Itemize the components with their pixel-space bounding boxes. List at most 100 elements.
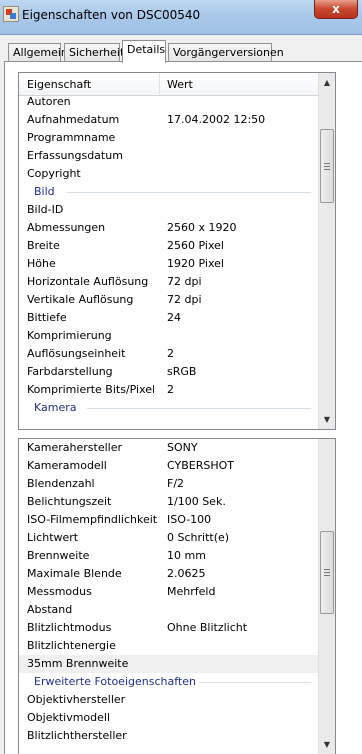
table-row[interactable]: Objektivhersteller — [19, 691, 319, 709]
table-row[interactable]: Lichtwert 0 Schritt(e) — [19, 529, 319, 547]
title-bar: Eigenschaften von DSC00540 x — [0, 0, 362, 35]
property-name: Auflösungseinheit — [27, 347, 126, 360]
table-row[interactable]: Abmessungen 2560 x 1920 — [19, 219, 319, 237]
column-header-property[interactable]: Eigenschaft — [27, 78, 91, 91]
scroll-thumb[interactable] — [320, 531, 334, 614]
table-row[interactable]: Blitzlichthersteller — [19, 727, 319, 745]
property-value: sRGB — [167, 365, 197, 378]
group-header[interactable]: Erweiterte Fotoeigenschaften — [19, 673, 319, 691]
property-value: 2560 x 1920 — [167, 221, 237, 234]
table-row[interactable]: Maximale Blende 2.0625 — [19, 565, 319, 583]
scrollbar-top[interactable]: ▲ ▼ — [318, 73, 335, 429]
property-name: Maximale Blende — [27, 567, 122, 580]
property-value: Ohne Blitzlicht — [167, 621, 248, 634]
group-header[interactable]: Kamera — [19, 399, 319, 417]
table-row[interactable]: Kamerahersteller SONY — [19, 439, 319, 457]
table-row[interactable]: Aufnahmedatum 17.04.2002 12:50 — [19, 111, 319, 129]
table-row[interactable]: Belichtungszeit 1/100 Sek. — [19, 493, 319, 511]
group-header[interactable]: Bild — [19, 183, 319, 201]
property-name: Blitzlichtenergie — [27, 639, 116, 652]
group-label: Erweiterte Fotoeigenschaften — [34, 675, 196, 688]
group-divider — [67, 192, 311, 193]
property-name: Farbdarstellung — [27, 365, 113, 378]
table-row[interactable]: Copyright — [19, 165, 319, 183]
property-name: Objektivmodell — [27, 711, 111, 724]
table-row[interactable]: Blendenzahl F/2 — [19, 475, 319, 493]
table-row[interactable]: Bittiefe 24 — [19, 309, 319, 327]
property-name: Kameramodell — [27, 459, 107, 472]
scroll-thumb[interactable] — [320, 129, 334, 203]
table-row[interactable]: Auflösungseinheit 2 — [19, 345, 319, 363]
property-name: Blitzlichtmodus — [27, 621, 112, 634]
column-divider[interactable] — [159, 73, 160, 94]
property-name: Komprimierung — [27, 329, 112, 342]
table-row[interactable]: Objektivmodell — [19, 709, 319, 727]
property-name: Höhe — [27, 257, 56, 270]
property-value: 10 mm — [167, 549, 206, 562]
table-row[interactable]: Komprimierte Bits/Pixel 2 — [19, 381, 319, 399]
property-name: Objektivhersteller — [27, 693, 126, 706]
table-row[interactable]: Blitzlichtmodus Ohne Blitzlicht — [19, 619, 319, 637]
property-name: Aufnahmedatum — [27, 113, 120, 126]
tab-allgemein[interactable]: Allgemein — [8, 43, 68, 62]
arrow-up-icon[interactable]: ▲ — [319, 75, 335, 91]
property-value: ISO-100 — [167, 513, 212, 526]
table-row[interactable]: Messmodus Mehrfeld — [19, 583, 319, 601]
property-value: 2 — [167, 383, 174, 396]
table-row[interactable]: Autoren — [19, 93, 319, 111]
property-value: 1/100 Sek. — [167, 495, 226, 508]
tab-details[interactable]: Details — [122, 40, 166, 63]
table-row[interactable]: Blitzlichtenergie — [19, 637, 319, 655]
group-label: Bild — [34, 185, 55, 198]
table-row[interactable]: Breite 2560 Pixel — [19, 237, 319, 255]
property-name: Abstand — [27, 603, 73, 616]
properties-list-top[interactable]: Eigenschaft Wert Autoren Aufnahmedatum 17.… — [18, 72, 336, 430]
table-row[interactable]: Brennweite 10 mm — [19, 547, 319, 565]
property-value: 1920 Pixel — [167, 257, 224, 270]
property-name: Lichtwert — [27, 531, 79, 544]
property-value: 72 dpi — [167, 275, 202, 288]
property-name: Blitzlichthersteller — [27, 729, 127, 742]
property-value: 0 Schritt(e) — [167, 531, 230, 544]
table-row[interactable]: Farbdarstellung sRGB — [19, 363, 319, 381]
table-row[interactable]: Höhe 1920 Pixel — [19, 255, 319, 273]
property-name: Bild-ID — [27, 203, 64, 216]
property-name: Abmessungen — [27, 221, 106, 234]
table-row[interactable]: Abstand — [19, 601, 319, 619]
property-name: Belichtungszeit — [27, 495, 112, 508]
tab-sicherheit[interactable]: Sicherheit — [64, 43, 124, 62]
property-value: 17.04.2002 12:50 — [167, 113, 266, 126]
property-name: Blendenzahl — [27, 477, 95, 490]
table-row[interactable]: Kameramodell CYBERSHOT — [19, 457, 319, 475]
properties-list-bottom[interactable]: Kamerahersteller SONY Kameramodell CYBERSHO… — [18, 438, 336, 754]
table-row[interactable]: Bild-ID — [19, 201, 319, 219]
scrollbar-bottom[interactable]: ▼ — [318, 439, 335, 754]
property-name: ISO-Filmempfindlichkeit — [27, 513, 158, 526]
table-row[interactable]: Komprimierung — [19, 327, 319, 345]
table-row[interactable]: 35mm Brennweite — [19, 655, 319, 673]
group-label: Kamera — [34, 401, 77, 414]
arrow-down-icon[interactable]: ▼ — [319, 412, 335, 428]
table-row[interactable]: Horizontale Auflösung 72 dpi — [19, 273, 319, 291]
window-title: Eigenschaften von DSC00540 — [22, 8, 201, 22]
tab-vorgaengerversionen[interactable]: Vorgängerversionen — [168, 43, 284, 62]
table-row[interactable]: Programmname — [19, 129, 319, 147]
group-divider — [199, 682, 311, 683]
table-row[interactable]: Vertikale Auflösung 72 dpi — [19, 291, 319, 309]
column-header-value[interactable]: Wert — [167, 78, 193, 91]
close-button[interactable]: x — [314, 0, 358, 19]
property-value: 72 dpi — [167, 293, 202, 306]
arrow-down-icon[interactable]: ▼ — [319, 737, 335, 753]
property-value: F/2 — [167, 477, 185, 490]
property-value: 2.0625 — [167, 567, 206, 580]
table-row[interactable]: ISO-Filmempfindlichkeit ISO-100 — [19, 511, 319, 529]
property-name: Bittiefe — [27, 311, 67, 324]
table-row[interactable]: Erfassungsdatum — [19, 147, 319, 165]
property-name: Autoren — [27, 95, 71, 108]
property-value: Mehrfeld — [167, 585, 216, 598]
property-value: SONY — [167, 441, 198, 454]
property-name: Programmname — [27, 131, 116, 144]
property-name: Horizontale Auflösung — [27, 275, 149, 288]
group-divider — [87, 408, 311, 409]
property-name: Kamerahersteller — [27, 441, 122, 454]
